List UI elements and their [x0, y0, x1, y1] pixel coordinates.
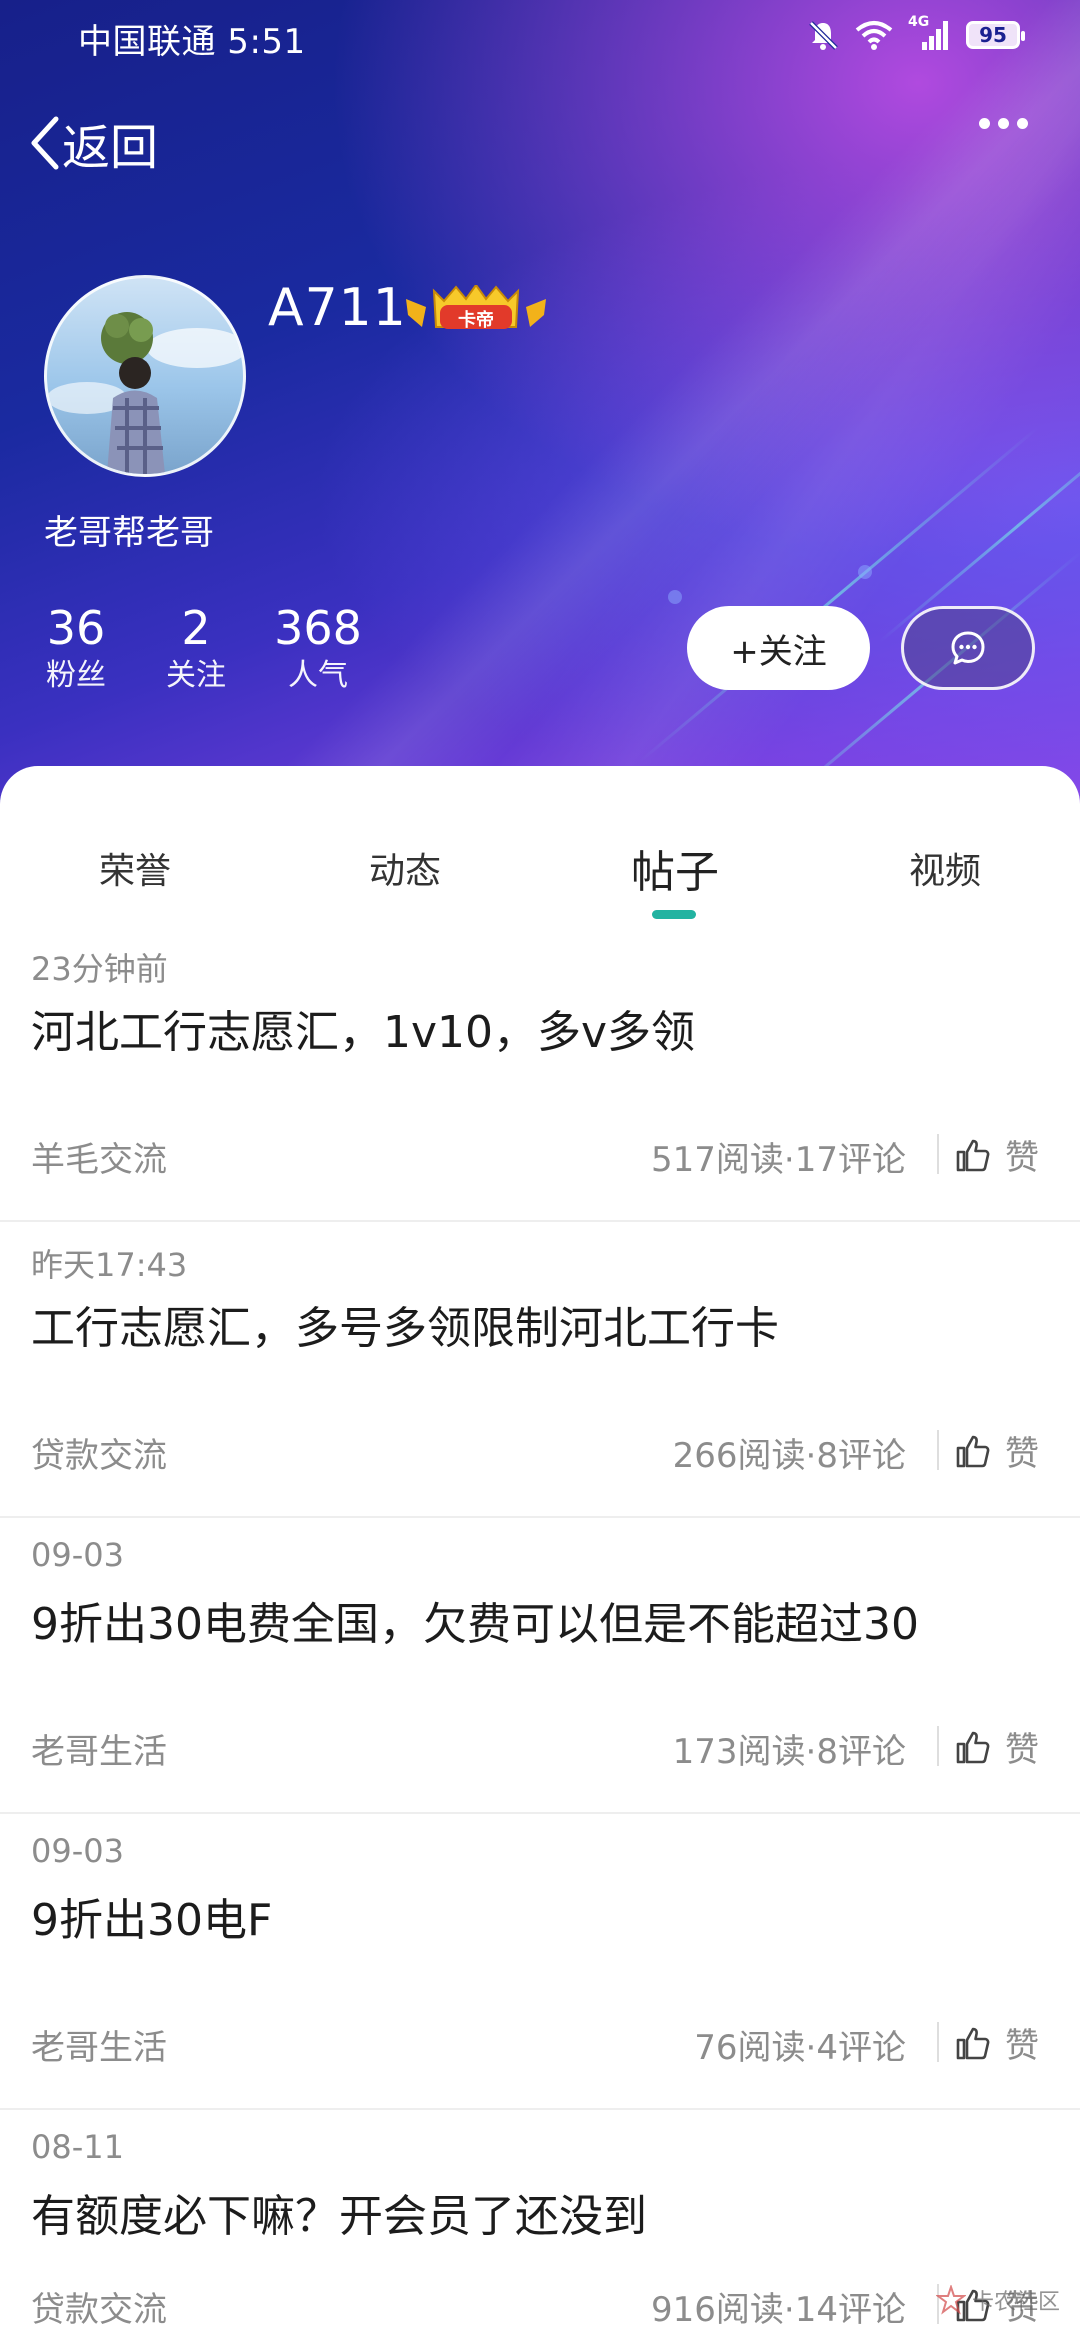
avatar[interactable]	[44, 275, 246, 477]
stat-value: 2	[181, 601, 211, 655]
signal-icon: 4G	[908, 14, 952, 52]
message-button[interactable]	[901, 606, 1035, 690]
like-button[interactable]: 赞	[955, 1722, 1039, 1771]
post-category[interactable]: 老哥生活	[31, 1724, 167, 1773]
profile-header: 中国联通 5:51 4G 95 返回 A711 卡帝 老哥帮老哥 36 粉丝 2…	[0, 0, 1080, 830]
tab-videos[interactable]: 视频	[909, 842, 981, 894]
like-button[interactable]: 赞	[955, 1130, 1039, 1179]
wifi-icon	[855, 21, 893, 50]
divider	[937, 1430, 939, 1470]
post-item[interactable]: 09-03 9折出30电费全国，欠费可以但是不能超过30 老哥生活 173阅读·…	[0, 1518, 1080, 1814]
like-label: 赞	[1005, 1434, 1039, 1474]
logo-icon	[935, 2285, 966, 2315]
post-time: 09-03	[31, 1536, 124, 1574]
chat-bubble-icon	[951, 631, 985, 665]
post-counts: 916阅读·14评论	[651, 2290, 906, 2330]
status-bar: 中国联通 5:51 4G 95	[0, 0, 1080, 72]
post-title: 河北工行志愿汇，1v10，多v多领	[31, 1007, 696, 1058]
stat-label: 人气	[288, 658, 348, 693]
light-streak	[639, 426, 1040, 763]
battery-icon: 95	[966, 21, 1025, 49]
post-time: 09-03	[31, 1832, 124, 1870]
post-counts: 76阅读·4评论	[694, 2028, 906, 2068]
divider	[937, 1726, 939, 1766]
post-category[interactable]: 贷款交流	[31, 1428, 167, 1477]
post-category[interactable]: 羊毛交流	[31, 1132, 167, 1181]
more-icon[interactable]	[979, 118, 1028, 129]
post-item[interactable]: 08-11 有额度必下嘛？开会员了还没到 贷款交流 916阅读·14评论 赞	[0, 2110, 1080, 2340]
stat-following[interactable]: 2 关注	[164, 600, 228, 696]
like-button[interactable]: 赞	[955, 2018, 1039, 2067]
status-icons: 4G 95	[806, 14, 1025, 52]
like-button[interactable]: 赞	[955, 1426, 1039, 1475]
decor-dot	[858, 565, 872, 579]
mute-icon	[809, 21, 838, 50]
stat-value: 36	[46, 601, 106, 655]
post-time: 昨天17:43	[31, 1246, 188, 1284]
stat-fans[interactable]: 36 粉丝	[44, 600, 108, 696]
decor-dot	[668, 590, 682, 604]
thumbs-up-icon	[956, 1435, 990, 1467]
profile-tabs: 荣誉 动态 帖子 视频	[0, 766, 1080, 919]
follow-button[interactable]: +关注	[687, 606, 870, 690]
like-label: 赞	[1005, 1730, 1039, 1770]
stat-label: 关注	[166, 658, 226, 693]
tab-honor[interactable]: 荣誉	[99, 842, 171, 894]
post-counts: 173阅读·8评论	[672, 1732, 906, 1772]
post-category[interactable]: 老哥生活	[31, 2020, 167, 2069]
chevron-left-icon	[31, 116, 59, 170]
stat-label: 粉丝	[46, 658, 106, 693]
post-time: 08-11	[31, 2128, 124, 2166]
thumbs-up-icon	[956, 1139, 990, 1171]
post-item[interactable]: 23分钟前 河北工行志愿汇，1v10，多v多领 羊毛交流 517阅读·17评论 …	[0, 926, 1080, 1222]
thumbs-up-icon	[956, 2027, 990, 2059]
post-title: 工行志愿汇，多号多领限制河北工行卡	[31, 1303, 779, 1354]
thumbs-up-icon	[956, 1731, 990, 1763]
post-counts: 517阅读·17评论	[651, 1140, 906, 1180]
like-label: 赞	[1005, 1138, 1039, 1178]
divider	[937, 1134, 939, 1174]
badge-label: 卡帝	[458, 310, 494, 331]
post-title: 9折出30电F	[31, 1895, 273, 1946]
content-card: 荣誉 动态 帖子 视频 23分钟前 河北工行志愿汇，1v10，多v多领 羊毛交流…	[0, 766, 1080, 2340]
post-item[interactable]: 昨天17:43 工行志愿汇，多号多领限制河北工行卡 贷款交流 266阅读·8评论…	[0, 1222, 1080, 1518]
post-title: 有额度必下嘛？开会员了还没到	[31, 2191, 647, 2242]
like-label: 赞	[1005, 2026, 1039, 2066]
stat-popularity: 368 人气	[274, 600, 362, 696]
post-category[interactable]: 贷款交流	[31, 2282, 167, 2331]
watermark: 卡农社区	[935, 2284, 1060, 2316]
post-counts: 266阅读·8评论	[672, 1436, 906, 1476]
watermark-text: 卡农社区	[971, 2290, 1060, 2315]
profile-screen: 中国联通 5:51 4G 95 返回 A711 卡帝 老哥帮老哥 36 粉丝 2…	[0, 0, 1080, 2340]
post-title: 9折出30电费全国，欠费可以但是不能超过30	[31, 1599, 919, 1650]
post-time: 23分钟前	[31, 950, 168, 988]
divider	[937, 2022, 939, 2062]
tab-activity[interactable]: 动态	[369, 842, 441, 894]
stat-value: 368	[274, 601, 362, 655]
rank-badge: 卡帝	[404, 283, 548, 335]
post-item[interactable]: 09-03 9折出30电F 老哥生活 76阅读·4评论 赞	[0, 1814, 1080, 2110]
back-button[interactable]: 返回	[28, 108, 158, 178]
carrier-time: 中国联通 5:51	[78, 22, 306, 62]
back-label: 返回	[62, 120, 159, 176]
tab-posts[interactable]: 帖子	[631, 836, 719, 900]
tab-indicator	[652, 910, 696, 919]
username: A711	[268, 278, 407, 338]
signature: 老哥帮老哥	[44, 513, 214, 553]
profile-stats: 36 粉丝 2 关注 368 人气	[44, 600, 362, 696]
